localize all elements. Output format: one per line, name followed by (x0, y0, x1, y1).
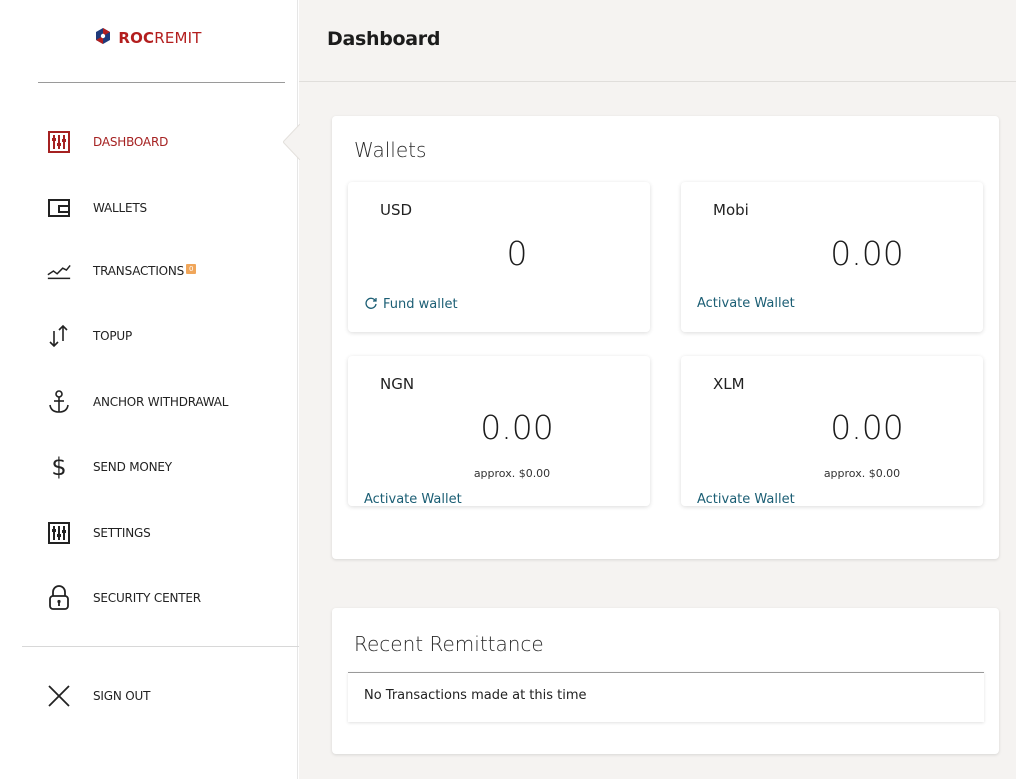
sidebar-item-settings[interactable]: SETTINGS (8, 513, 298, 553)
sidebar-item-wallets[interactable]: WALLETS (8, 188, 298, 228)
sidebar-item-label-text: TRANSACTIONS (93, 264, 185, 278)
wallet-currency: NGN (380, 375, 415, 393)
sidebar-item-label: WALLETS (93, 201, 147, 215)
sidebar-divider (22, 646, 305, 647)
wallet-approx-value: approx. $0.00 (473, 467, 551, 480)
window-edge (1016, 0, 1024, 779)
trend-line-icon (46, 258, 72, 284)
wallet-card-usd[interactable]: USD 0 Fund wallet (348, 182, 650, 332)
fund-wallet-link[interactable]: Fund wallet (364, 296, 458, 312)
wallet-icon (46, 195, 72, 221)
sidebar-item-label: SECURITY CENTER (93, 591, 201, 605)
sliders-icon (46, 520, 72, 546)
wallet-card-xlm[interactable]: XLM 0.00 approx. $0.00 Activate Wallet (681, 356, 983, 507)
recent-remittance-panel: Recent Remittance No Transactions made a… (332, 608, 999, 754)
main-content: Dashboard Wallets USD 0 Fund wallet Mobi (283, 0, 1016, 779)
wallet-card-ngn[interactable]: NGN 0.00 approx. $0.00 Activate Wallet (348, 356, 650, 507)
sidebar-item-label: SETTINGS (93, 526, 151, 540)
wallets-panel: Wallets USD 0 Fund wallet Mobi 0.00 Acti… (332, 116, 999, 559)
transfer-arrows-icon (46, 323, 72, 349)
wallet-balance: 0.00 (830, 408, 904, 447)
logo-text: ROCREMIT (118, 29, 201, 47)
active-indicator-notch (283, 124, 300, 160)
logo-text-bold: ROC (118, 29, 155, 47)
sidebar-item-topup[interactable]: TOPUP (8, 316, 298, 356)
activate-wallet-link[interactable]: Activate Wallet (697, 296, 795, 311)
sliders-icon (46, 129, 72, 155)
wallet-currency: Mobi (713, 201, 749, 219)
sign-out-label: SIGN OUT (93, 689, 151, 703)
logo-mark-icon (94, 27, 112, 49)
empty-state-message: No Transactions made at this time (364, 688, 587, 703)
lock-icon (46, 585, 72, 611)
page-title: Dashboard (327, 28, 441, 50)
count-badge: 0 (186, 264, 197, 274)
wallet-balance: 0 (506, 234, 528, 273)
sidebar-item-transactions[interactable]: TRANSACTIONS 0 (8, 251, 298, 291)
wallet-currency: XLM (713, 375, 745, 393)
logo-text-rest: REMIT (154, 29, 202, 47)
anchor-icon (46, 389, 72, 415)
dollar-icon: $ (51, 453, 67, 481)
sidebar-item-label: DASHBOARD (93, 135, 169, 149)
close-icon (46, 683, 72, 709)
sidebar-item-label: TRANSACTIONS 0 (93, 264, 197, 278)
wallet-balance: 0.00 (830, 234, 904, 273)
sidebar-item-security-center[interactable]: SECURITY CENTER (8, 578, 298, 618)
recent-remittance-table: No Transactions made at this time (348, 672, 984, 722)
wallet-currency: USD (380, 201, 413, 219)
sidebar-item-dashboard[interactable]: DASHBOARD (8, 122, 298, 162)
sidebar-item-anchor-withdrawal[interactable]: ANCHOR WITHDRAWAL (8, 382, 298, 422)
sidebar-item-label: SEND MONEY (93, 460, 172, 474)
wallet-approx-value: approx. $0.00 (823, 467, 901, 480)
activate-wallet-link[interactable]: Activate Wallet (697, 492, 795, 507)
fund-wallet-label: Fund wallet (383, 297, 458, 312)
header: Dashboard (299, 0, 1016, 82)
wallet-balance: 0.00 (480, 408, 554, 447)
refresh-icon (364, 296, 378, 312)
sidebar-item-label: ANCHOR WITHDRAWAL (93, 395, 229, 409)
sidebar-item-send-money[interactable]: $ SEND MONEY (8, 447, 298, 487)
wallets-panel-title: Wallets (354, 138, 427, 162)
activate-wallet-link[interactable]: Activate Wallet (364, 492, 462, 507)
recent-remittance-title: Recent Remittance (354, 632, 544, 656)
wallet-card-mobi[interactable]: Mobi 0.00 Activate Wallet (681, 182, 983, 332)
logo-divider (38, 82, 285, 83)
sign-out-button[interactable]: SIGN OUT (8, 676, 298, 716)
sidebar: ROCREMIT DASHBOARD WALLETS TRANSACTIONS … (8, 0, 305, 779)
logo[interactable]: ROCREMIT (8, 0, 298, 82)
sidebar-item-label: TOPUP (93, 329, 133, 343)
